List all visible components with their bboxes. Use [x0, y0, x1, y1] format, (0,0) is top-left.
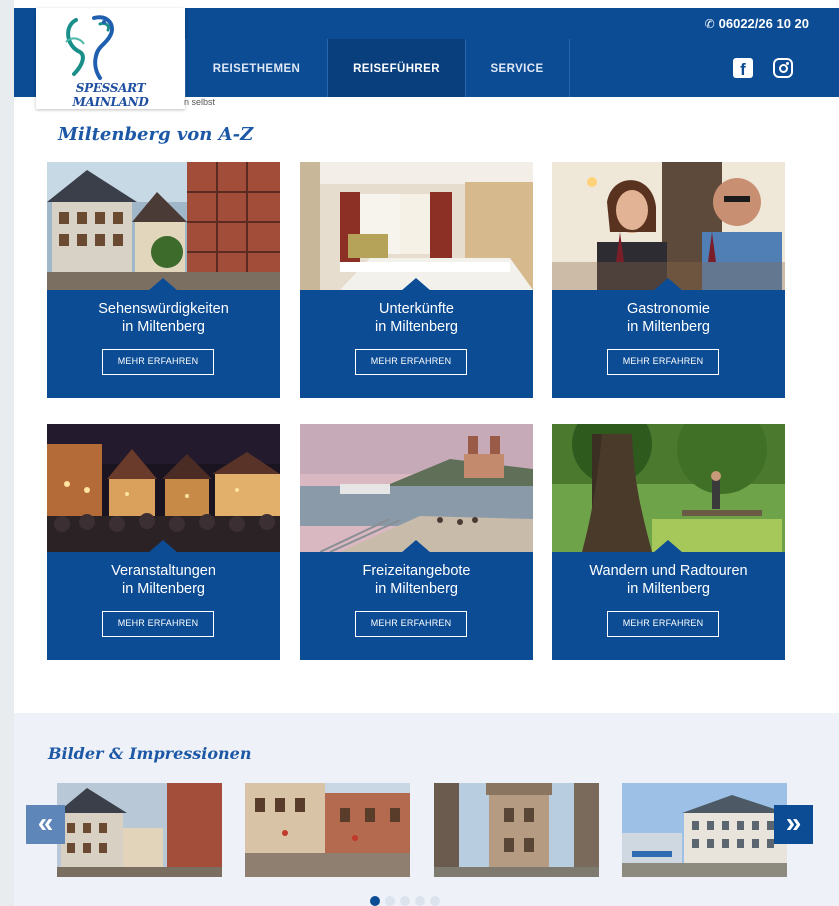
- card-notch: [401, 278, 431, 291]
- card-gastronomie[interactable]: Gastronomie in Miltenberg MEHR ERFAHREN: [552, 162, 785, 398]
- card-title: Veranstaltungen in Miltenberg: [47, 562, 280, 598]
- card-notch: [653, 540, 683, 553]
- mehr-erfahren-button[interactable]: MEHR ERFAHREN: [607, 349, 719, 375]
- card-title: Sehenswürdigkeiten in Miltenberg: [47, 300, 280, 336]
- card-title-line2: in Miltenberg: [626, 319, 710, 335]
- card-notch: [401, 540, 431, 553]
- card-wandern-radtouren[interactable]: Wandern und Radtouren in Miltenberg MEHR…: [552, 424, 785, 660]
- header-text-fragment: n selbst: [184, 97, 216, 107]
- card-image: [47, 424, 280, 552]
- logo[interactable]: SPESSART MAINLAND: [36, 8, 185, 109]
- nav-item-reisefuehrer[interactable]: REISEFÜHRER: [327, 39, 466, 97]
- card-image: [552, 162, 785, 290]
- section-title: Miltenberg von A-Z: [58, 124, 254, 145]
- facebook-icon[interactable]: f: [733, 58, 753, 78]
- card-title: Gastronomie in Miltenberg: [552, 300, 785, 336]
- gallery-thumbnail[interactable]: [245, 783, 410, 877]
- card-title: Wandern und Radtouren in Miltenberg: [552, 562, 785, 598]
- gallery-thumbnail[interactable]: [434, 783, 599, 877]
- logo-mark: [65, 15, 114, 80]
- mehr-erfahren-button[interactable]: MEHR ERFAHREN: [355, 611, 467, 637]
- mehr-erfahren-button[interactable]: MEHR ERFAHREN: [355, 349, 467, 375]
- card-title: Unterkünfte in Miltenberg: [300, 300, 533, 336]
- card-image: [300, 162, 533, 290]
- card-title-line1: Gastronomie: [626, 301, 710, 317]
- card-title-line2: in Miltenberg: [121, 581, 205, 597]
- logo-text: SPESSART MAINLAND: [72, 81, 149, 109]
- mehr-erfahren-button[interactable]: MEHR ERFAHREN: [607, 611, 719, 637]
- carousel-dot[interactable]: [400, 896, 410, 906]
- gallery-thumbnail[interactable]: [622, 783, 787, 877]
- card-notch: [653, 278, 683, 291]
- nav-divider: [569, 39, 570, 97]
- carousel-prev-button[interactable]: «: [26, 805, 65, 844]
- card-title: Freizeitangebote in Miltenberg: [300, 562, 533, 598]
- carousel-dots: [370, 893, 445, 906]
- card-title-line2: in Miltenberg: [626, 581, 710, 597]
- mehr-erfahren-button[interactable]: MEHR ERFAHREN: [102, 349, 214, 375]
- card-title-line1: Unterkünfte: [379, 301, 454, 317]
- card-title-line2: in Miltenberg: [374, 581, 458, 597]
- mehr-erfahren-button[interactable]: MEHR ERFAHREN: [102, 611, 214, 637]
- card-unterkuenfte[interactable]: Unterkünfte in Miltenberg MEHR ERFAHREN: [300, 162, 533, 398]
- gallery-thumbnail[interactable]: [57, 783, 222, 877]
- card-title-line1: Freizeitangebote: [362, 563, 471, 579]
- card-notch: [148, 540, 178, 553]
- nav-item-reisethemen[interactable]: REISETHEMEN: [186, 39, 327, 97]
- card-title-line1: Wandern und Radtouren: [589, 563, 748, 579]
- card-veranstaltungen[interactable]: Veranstaltungen in Miltenberg MEHR ERFAH…: [47, 424, 280, 660]
- card-sehenswuerdigkeiten[interactable]: Sehenswürdigkeiten in Miltenberg MEHR ER…: [47, 162, 280, 398]
- card-title-line2: in Miltenberg: [121, 319, 205, 335]
- carousel-dot[interactable]: [430, 896, 440, 906]
- carousel-dot[interactable]: [370, 896, 380, 906]
- instagram-icon[interactable]: [773, 58, 793, 78]
- card-title-line1: Veranstaltungen: [111, 563, 216, 579]
- nav-item-service[interactable]: SERVICE: [465, 39, 569, 97]
- card-image: [552, 424, 785, 552]
- phone-number: 06022/26 10 20: [718, 16, 809, 31]
- card-title-line2: in Miltenberg: [374, 319, 458, 335]
- carousel-next-button[interactable]: »: [774, 805, 813, 844]
- phone-icon: ✆: [704, 17, 715, 31]
- card-title-line1: Sehenswürdigkeiten: [98, 301, 229, 317]
- gallery-title: Bilder & Impressionen: [48, 744, 252, 763]
- card-image: [300, 424, 533, 552]
- page: ✆ 06022/26 10 20 REISETHEMEN REISEFÜHRER …: [14, 0, 839, 906]
- card-freizeitangebote[interactable]: Freizeitangebote in Miltenberg MEHR ERFA…: [300, 424, 533, 660]
- card-notch: [148, 278, 178, 291]
- phone-link[interactable]: ✆ 06022/26 10 20: [705, 8, 809, 40]
- carousel-dot[interactable]: [385, 896, 395, 906]
- card-image: [47, 162, 280, 290]
- carousel-dot[interactable]: [415, 896, 425, 906]
